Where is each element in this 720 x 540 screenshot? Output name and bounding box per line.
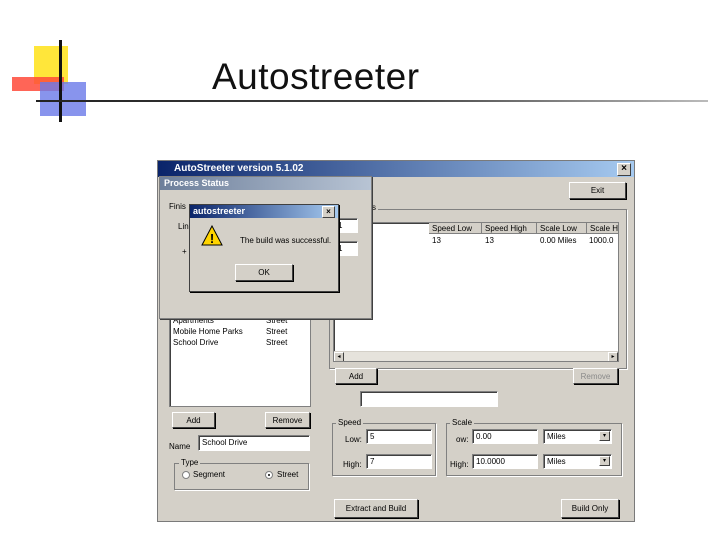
- table-cell[interactable]: 0.00 Miles: [540, 236, 576, 245]
- process-status-titlebar[interactable]: Process Status: [160, 177, 371, 190]
- list-item[interactable]: School Drive: [173, 338, 218, 347]
- road-type-list[interactable]: Apartments Street Mobile Home Parks Stre…: [169, 309, 311, 407]
- scale-low-label: ow:: [456, 435, 469, 444]
- scroll-right-arrow-icon[interactable]: ▸: [608, 352, 618, 361]
- remove-speed-button[interactable]: Remove: [573, 368, 618, 384]
- warning-glyph: !: [210, 231, 214, 246]
- name-label: Name: [169, 442, 191, 451]
- slide-decoration-blue: [40, 82, 86, 116]
- table-cell[interactable]: 13: [432, 236, 441, 245]
- table-cell[interactable]: 13: [485, 236, 494, 245]
- speed-low-input[interactable]: 5: [366, 429, 432, 444]
- segment-radio-label: Segment: [193, 470, 226, 479]
- name-input-top[interactable]: [360, 391, 498, 407]
- column-header-scale-low[interactable]: Scale Low: [537, 223, 587, 234]
- plus-label: +: [182, 247, 187, 256]
- scale-group-label: Scale: [450, 418, 475, 427]
- speed-low-label: Low:: [345, 435, 362, 444]
- remove-road-button[interactable]: Remove: [265, 412, 310, 428]
- message-dialog: autostreeter × ! The build was successfu…: [189, 204, 339, 292]
- dropdown-arrow-icon[interactable]: ▾: [599, 431, 610, 441]
- message-text: The build was successful.: [240, 236, 332, 245]
- column-header-speed-low[interactable]: Speed Low: [429, 223, 482, 234]
- speed-high-label: High:: [343, 460, 362, 469]
- list-item-type[interactable]: Street: [266, 327, 287, 336]
- column-header-scale-high[interactable]: Scale H: [587, 223, 618, 234]
- slide-title-underline: [36, 100, 708, 102]
- warning-icon: !: [201, 225, 223, 246]
- street-radio-label: Street: [277, 470, 299, 479]
- exit-button[interactable]: Exit: [569, 182, 626, 199]
- scale-high-label: High:: [450, 460, 469, 469]
- list-item-type[interactable]: Street: [266, 338, 287, 347]
- scale-high-unit-value: Miles: [547, 457, 566, 466]
- dialog-close-button[interactable]: ×: [322, 206, 335, 218]
- scale-low-input[interactable]: 0.00: [472, 429, 538, 444]
- speed-group-label: Speed: [336, 418, 364, 427]
- ok-button[interactable]: OK: [235, 264, 293, 281]
- segment-radio[interactable]: [182, 471, 190, 479]
- speed-high-input[interactable]: 7: [366, 454, 432, 469]
- window-close-button[interactable]: ×: [617, 163, 631, 176]
- dropdown-arrow-icon[interactable]: ▾: [599, 456, 610, 466]
- finish-label: Finis: [169, 202, 186, 211]
- scroll-left-arrow-icon[interactable]: ◂: [334, 352, 344, 361]
- type-group-label: Type: [179, 458, 201, 467]
- scale-low-unit-select[interactable]: Miles ▾: [543, 429, 612, 444]
- message-dialog-title: autostreeter: [193, 206, 246, 216]
- name-input[interactable]: School Drive: [198, 435, 310, 451]
- scale-high-input[interactable]: 10.0000: [472, 454, 538, 469]
- list-item-name: School Drive: [173, 338, 219, 347]
- table-cell[interactable]: 1000.0: [589, 236, 613, 245]
- add-road-button[interactable]: Add: [172, 412, 215, 428]
- window-titlebar[interactable]: AutoStreeter version 5.1.02 ×: [158, 161, 634, 177]
- street-radio[interactable]: [265, 471, 273, 479]
- scale-low-unit-value: Miles: [547, 432, 566, 441]
- list-item[interactable]: Mobile Home Parks: [173, 327, 243, 336]
- line-label: Lin: [178, 222, 189, 231]
- window-title: AutoStreeter version 5.1.02: [174, 163, 304, 174]
- slide-decoration-line: [59, 40, 62, 122]
- extract-and-build-button[interactable]: Extract and Build: [334, 499, 418, 518]
- build-only-button[interactable]: Build Only: [561, 499, 619, 518]
- slide-title: Autostreeter: [212, 56, 420, 97]
- message-dialog-titlebar[interactable]: autostreeter ×: [190, 205, 338, 218]
- process-status-title: Process Status: [164, 178, 230, 188]
- scale-high-unit-select[interactable]: Miles ▾: [543, 454, 612, 469]
- add-speed-button[interactable]: Add: [335, 368, 377, 384]
- horizontal-scrollbar[interactable]: ◂ ▸: [334, 351, 618, 361]
- list-item-name: Mobile Home Parks: [173, 327, 243, 336]
- column-header-speed-high[interactable]: Speed High: [482, 223, 537, 234]
- speed-scale-table[interactable]: Speed Low Speed High Scale Low Scale H 1…: [333, 222, 619, 362]
